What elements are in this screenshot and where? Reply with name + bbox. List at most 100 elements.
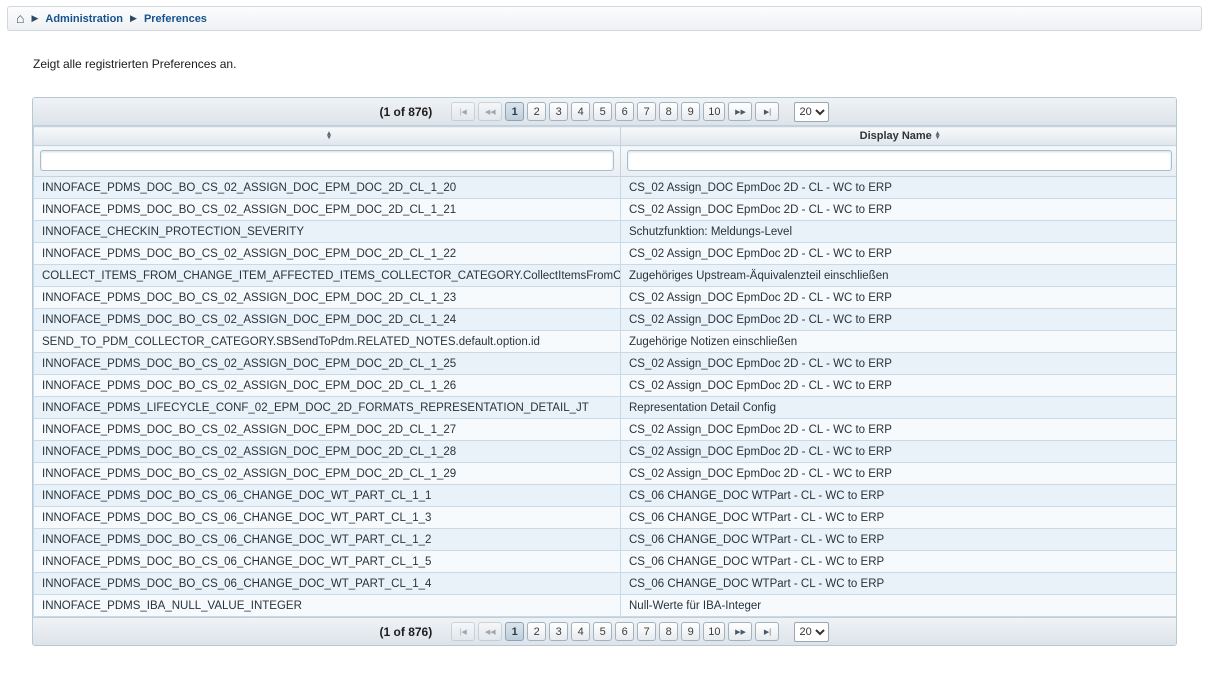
page-button-9[interactable]: 9 xyxy=(681,102,700,121)
preferences-table-grid: ▴▾ Display Name ▴▾ INNOFACE_PDMS_DOC_BO_C… xyxy=(33,126,1177,617)
page-button-10[interactable]: 10 xyxy=(703,102,725,121)
preference-name-cell: INNOFACE_PDMS_LIFECYCLE_CONF_02_EPM_DOC_… xyxy=(34,397,621,419)
first-page-button[interactable]: |◀ xyxy=(451,622,475,641)
page-button-9[interactable]: 9 xyxy=(681,622,700,641)
page-button-2[interactable]: 2 xyxy=(527,102,546,121)
table-row[interactable]: INNOFACE_PDMS_DOC_BO_CS_02_ASSIGN_DOC_EP… xyxy=(34,375,1178,397)
page-button-6[interactable]: 6 xyxy=(615,102,634,121)
table-row[interactable]: INNOFACE_PDMS_DOC_BO_CS_02_ASSIGN_DOC_EP… xyxy=(34,309,1178,331)
display-name-cell: CS_02 Assign_DOC EpmDoc 2D - CL - WC to … xyxy=(621,419,1178,441)
page-button-5[interactable]: 5 xyxy=(593,622,612,641)
page-button-7[interactable]: 7 xyxy=(637,102,656,121)
preference-name-cell: INNOFACE_PDMS_DOC_BO_CS_06_CHANGE_DOC_WT… xyxy=(34,551,621,573)
column-header-display-name-label: Display Name xyxy=(860,130,932,142)
breadcrumb-item-preferences[interactable]: Preferences xyxy=(144,13,207,25)
next-page-button[interactable]: ▶▶ xyxy=(728,622,752,641)
preference-name-cell: INNOFACE_PDMS_DOC_BO_CS_02_ASSIGN_DOC_EP… xyxy=(34,177,621,199)
display-name-cell: Zugehörige Notizen einschließen xyxy=(621,331,1178,353)
page-button-2[interactable]: 2 xyxy=(527,622,546,641)
preference-name-cell: INNOFACE_PDMS_DOC_BO_CS_02_ASSIGN_DOC_EP… xyxy=(34,463,621,485)
home-icon[interactable]: ⌂ xyxy=(16,11,24,25)
table-row[interactable]: COLLECT_ITEMS_FROM_CHANGE_ITEM_AFFECTED_… xyxy=(34,265,1178,287)
display-name-cell: Zugehöriges Upstream-Äquivalenzteil eins… xyxy=(621,265,1178,287)
display-name-cell: Representation Detail Config xyxy=(621,397,1178,419)
first-page-button[interactable]: |◀ xyxy=(451,102,475,121)
paginator-top: (1 of 876) |◀◀◀12345678910▶▶▶| 20 xyxy=(33,98,1176,126)
last-page-button[interactable]: ▶| xyxy=(755,622,779,641)
last-page-button[interactable]: ▶| xyxy=(755,102,779,121)
prev-page-button[interactable]: ◀◀ xyxy=(478,622,502,641)
paginator-current-label: (1 of 876) xyxy=(380,625,433,639)
display-name-cell: CS_02 Assign_DOC EpmDoc 2D - CL - WC to … xyxy=(621,243,1178,265)
page-button-6[interactable]: 6 xyxy=(615,622,634,641)
preference-name-cell: INNOFACE_PDMS_IBA_NULL_VALUE_INTEGER xyxy=(34,595,621,617)
display-name-cell: CS_06 CHANGE_DOC WTPart - CL - WC to ERP xyxy=(621,529,1178,551)
page-button-4[interactable]: 4 xyxy=(571,622,590,641)
column-header-name[interactable]: ▴▾ xyxy=(34,127,621,146)
table-row[interactable]: INNOFACE_PDMS_DOC_BO_CS_06_CHANGE_DOC_WT… xyxy=(34,551,1178,573)
breadcrumb-item-administration[interactable]: Administration xyxy=(45,13,123,25)
preference-name-cell: INNOFACE_PDMS_DOC_BO_CS_02_ASSIGN_DOC_EP… xyxy=(34,441,621,463)
table-row[interactable]: INNOFACE_PDMS_DOC_BO_CS_02_ASSIGN_DOC_EP… xyxy=(34,419,1178,441)
table-row[interactable]: INNOFACE_PDMS_DOC_BO_CS_06_CHANGE_DOC_WT… xyxy=(34,573,1178,595)
preference-name-cell: INNOFACE_PDMS_DOC_BO_CS_02_ASSIGN_DOC_EP… xyxy=(34,309,621,331)
column-header-display-name[interactable]: Display Name ▴▾ xyxy=(621,127,1178,146)
breadcrumb-separator-icon: ▶ xyxy=(31,14,38,23)
paginator-current-label: (1 of 876) xyxy=(380,105,433,119)
table-row[interactable]: INNOFACE_PDMS_LIFECYCLE_CONF_02_EPM_DOC_… xyxy=(34,397,1178,419)
prev-page-button[interactable]: ◀◀ xyxy=(478,102,502,121)
next-page-button[interactable]: ▶▶ xyxy=(728,102,752,121)
table-row[interactable]: INNOFACE_PDMS_DOC_BO_CS_02_ASSIGN_DOC_EP… xyxy=(34,243,1178,265)
display-name-cell: CS_02 Assign_DOC EpmDoc 2D - CL - WC to … xyxy=(621,177,1178,199)
page-button-1[interactable]: 1 xyxy=(505,622,524,641)
page-button-10[interactable]: 10 xyxy=(703,622,725,641)
table-row[interactable]: SEND_TO_PDM_COLLECTOR_CATEGORY.SBSendToP… xyxy=(34,331,1178,353)
table-row[interactable]: INNOFACE_PDMS_DOC_BO_CS_02_ASSIGN_DOC_EP… xyxy=(34,441,1178,463)
table-row[interactable]: INNOFACE_PDMS_DOC_BO_CS_02_ASSIGN_DOC_EP… xyxy=(34,287,1178,309)
intro-text: Zeigt alle registrierten Preferences an. xyxy=(33,57,236,71)
preference-name-cell: SEND_TO_PDM_COLLECTOR_CATEGORY.SBSendToP… xyxy=(34,331,621,353)
preference-name-cell: INNOFACE_PDMS_DOC_BO_CS_06_CHANGE_DOC_WT… xyxy=(34,573,621,595)
table-row[interactable]: INNOFACE_CHECKIN_PROTECTION_SEVERITYSchu… xyxy=(34,221,1178,243)
breadcrumb-separator-icon: ▶ xyxy=(130,14,137,23)
preference-name-cell: INNOFACE_PDMS_DOC_BO_CS_02_ASSIGN_DOC_EP… xyxy=(34,199,621,221)
display-name-cell: Schutzfunktion: Meldungs-Level xyxy=(621,221,1178,243)
table-row[interactable]: INNOFACE_PDMS_DOC_BO_CS_06_CHANGE_DOC_WT… xyxy=(34,485,1178,507)
page-button-3[interactable]: 3 xyxy=(549,102,568,121)
table-row[interactable]: INNOFACE_PDMS_DOC_BO_CS_02_ASSIGN_DOC_EP… xyxy=(34,463,1178,485)
paginator-bottom: (1 of 876) |◀◀◀12345678910▶▶▶| 20 xyxy=(33,617,1176,645)
page-button-7[interactable]: 7 xyxy=(637,622,656,641)
page-button-8[interactable]: 8 xyxy=(659,622,678,641)
display-name-cell: CS_06 CHANGE_DOC WTPart - CL - WC to ERP xyxy=(621,485,1178,507)
page-button-4[interactable]: 4 xyxy=(571,102,590,121)
preference-name-cell: COLLECT_ITEMS_FROM_CHANGE_ITEM_AFFECTED_… xyxy=(34,265,621,287)
table-row[interactable]: INNOFACE_PDMS_DOC_BO_CS_02_ASSIGN_DOC_EP… xyxy=(34,199,1178,221)
sort-icon: ▴▾ xyxy=(327,132,331,141)
display-name-cell: CS_02 Assign_DOC EpmDoc 2D - CL - WC to … xyxy=(621,353,1178,375)
display-name-filter-input[interactable] xyxy=(627,150,1172,171)
preference-name-cell: INNOFACE_PDMS_DOC_BO_CS_06_CHANGE_DOC_WT… xyxy=(34,529,621,551)
preference-name-cell: INNOFACE_PDMS_DOC_BO_CS_06_CHANGE_DOC_WT… xyxy=(34,507,621,529)
page-button-8[interactable]: 8 xyxy=(659,102,678,121)
page-button-3[interactable]: 3 xyxy=(549,622,568,641)
table-row[interactable]: INNOFACE_PDMS_DOC_BO_CS_02_ASSIGN_DOC_EP… xyxy=(34,353,1178,375)
sort-icon: ▴▾ xyxy=(936,132,940,141)
table-row[interactable]: INNOFACE_PDMS_DOC_BO_CS_06_CHANGE_DOC_WT… xyxy=(34,529,1178,551)
preference-name-cell: INNOFACE_PDMS_DOC_BO_CS_06_CHANGE_DOC_WT… xyxy=(34,485,621,507)
preference-name-cell: INNOFACE_CHECKIN_PROTECTION_SEVERITY xyxy=(34,221,621,243)
page-button-1[interactable]: 1 xyxy=(505,102,524,121)
preferences-table: (1 of 876)|◀◀◀12345678910▶▶▶|20 ▴▾ Displ… xyxy=(32,97,1177,646)
display-name-cell: Null-Werte für IBA-Integer xyxy=(621,595,1178,617)
table-row[interactable]: INNOFACE_PDMS_DOC_BO_CS_06_CHANGE_DOC_WT… xyxy=(34,507,1178,529)
display-name-cell: CS_02 Assign_DOC EpmDoc 2D - CL - WC to … xyxy=(621,463,1178,485)
name-filter-input[interactable] xyxy=(40,150,614,171)
preference-name-cell: INNOFACE_PDMS_DOC_BO_CS_02_ASSIGN_DOC_EP… xyxy=(34,353,621,375)
table-row[interactable]: INNOFACE_PDMS_DOC_BO_CS_02_ASSIGN_DOC_EP… xyxy=(34,177,1178,199)
name-filter-cell xyxy=(34,146,621,177)
page-button-5[interactable]: 5 xyxy=(593,102,612,121)
rows-per-page-select[interactable]: 20 xyxy=(794,102,829,122)
rows-per-page-select[interactable]: 20 xyxy=(794,622,829,642)
display-name-filter-cell xyxy=(621,146,1178,177)
preference-name-cell: INNOFACE_PDMS_DOC_BO_CS_02_ASSIGN_DOC_EP… xyxy=(34,375,621,397)
table-row[interactable]: INNOFACE_PDMS_IBA_NULL_VALUE_INTEGERNull… xyxy=(34,595,1178,617)
